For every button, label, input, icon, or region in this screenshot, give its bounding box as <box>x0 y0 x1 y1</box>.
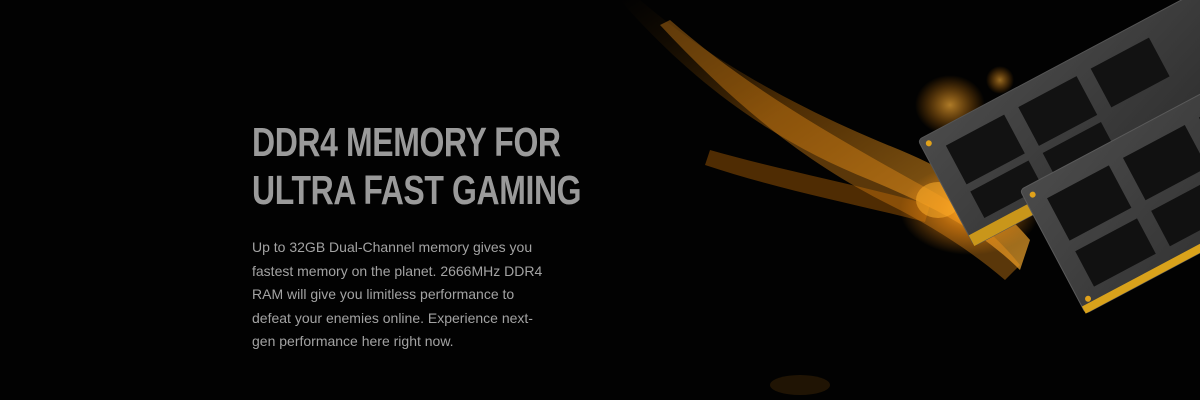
hero-text-block: DDR4 MEMORY FOR ULTRA FAST GAMING Up to … <box>252 118 582 354</box>
headline-line-1: DDR4 MEMORY FOR <box>252 119 561 165</box>
ram-modules-image <box>620 0 1200 395</box>
hero-description: Up to 32GB Dual-Channel memory gives you… <box>252 239 543 349</box>
headline-line-2: ULTRA FAST GAMING <box>252 167 582 213</box>
hero-headline: DDR4 MEMORY FOR ULTRA FAST GAMING <box>252 118 582 214</box>
ddr4-hero-banner: DDR4 MEMORY FOR ULTRA FAST GAMING Up to … <box>0 0 1200 400</box>
